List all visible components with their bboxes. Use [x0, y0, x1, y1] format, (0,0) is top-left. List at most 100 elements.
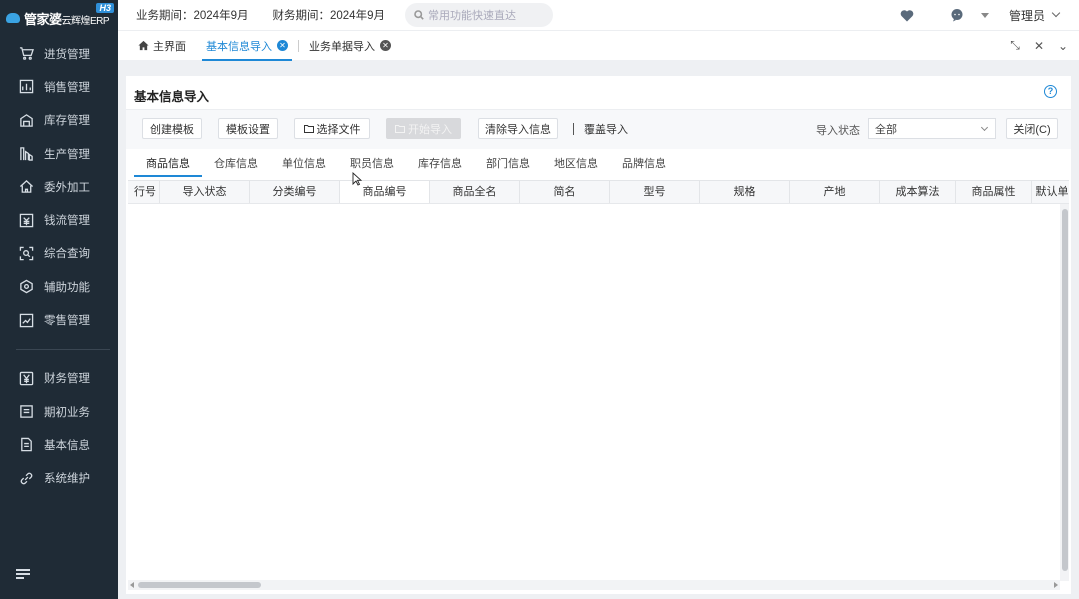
document-icon: [18, 404, 34, 420]
subtab-brand[interactable]: 品牌信息: [610, 151, 678, 177]
sidebar-item-system[interactable]: 系统维护: [0, 462, 118, 495]
window-controls: ⤡ ✕ ⌄: [1003, 31, 1075, 60]
version-badge: H3: [96, 3, 114, 13]
sidebar-item-sales[interactable]: 销售管理: [0, 70, 118, 103]
sidebar: 管家婆云辉煌ERP H3 进货管理 销售管理 库存管理 生产管理 委外加工 钱流…: [0, 0, 118, 599]
link-icon: [18, 470, 34, 486]
money-flow-icon: [18, 212, 34, 228]
favorite-heart-icon[interactable]: [899, 7, 915, 23]
sidebar-item-outsourcing[interactable]: 委外加工: [0, 170, 118, 203]
sidebar-item-finance[interactable]: 财务管理: [0, 362, 118, 395]
sidebar-item-auxiliary[interactable]: 辅助功能: [0, 270, 118, 303]
column-header[interactable]: 产地: [790, 181, 880, 203]
tab-home[interactable]: 主界面: [118, 31, 196, 60]
overwrite-import-checkbox[interactable]: 覆盖导入: [573, 121, 628, 137]
page-title: 基本信息导入: [134, 90, 210, 104]
folder-icon: [303, 125, 314, 133]
column-header[interactable]: 型号: [610, 181, 700, 203]
sidebar-item-money[interactable]: 钱流管理: [0, 203, 118, 236]
import-grid: 行号 导入状态 分类编号 商品编号 商品全名 简名 型号 规格 产地 成本算法 …: [128, 180, 1069, 592]
import-status-select[interactable]: 全部: [868, 118, 996, 139]
close-tab-icon[interactable]: ✕: [277, 40, 288, 51]
checkbox-box: [573, 123, 574, 135]
choose-file-button[interactable]: 选择文件: [294, 118, 370, 139]
sidebar-item-production[interactable]: 生产管理: [0, 137, 118, 170]
top-bar: 业务期间：2024年9月 财务期间：2024年9月 常用功能快速直达 管理员: [118, 0, 1079, 30]
close-icon[interactable]: ✕: [1027, 39, 1051, 53]
sales-chart-icon: [18, 79, 34, 95]
home-tab-icon: [138, 40, 149, 51]
retail-chart-icon: [18, 312, 34, 328]
fullscreen-icon[interactable]: ⤡: [1003, 38, 1027, 53]
sidebar-item-opening[interactable]: 期初业务: [0, 395, 118, 428]
create-template-button[interactable]: 创建模板: [142, 118, 202, 139]
yuan-icon: [18, 370, 34, 386]
column-header[interactable]: 导入状态: [160, 181, 250, 203]
start-import-button[interactable]: 开始导入: [386, 118, 461, 139]
clear-import-info-button[interactable]: 清除导入信息: [478, 118, 558, 139]
scrollbar-thumb[interactable]: [138, 582, 261, 588]
subtab-product[interactable]: 商品信息: [134, 151, 202, 177]
sidebar-item-basic-info[interactable]: 基本信息: [0, 428, 118, 461]
column-header[interactable]: 商品属性: [956, 181, 1032, 203]
info-doc-icon: [18, 437, 34, 453]
subtab-unit[interactable]: 单位信息: [270, 151, 338, 177]
search-icon: [414, 10, 424, 20]
sidebar-item-retail[interactable]: 零售管理: [0, 303, 118, 336]
warehouse-icon: [18, 112, 34, 128]
tab-bar: 主界面 基本信息导入 ✕ 业务单据导入 ✕ ⤡ ✕ ⌄: [118, 30, 1079, 61]
chevron-down-icon: [980, 123, 989, 132]
app-logo: 管家婆云辉煌ERP H3: [0, 0, 118, 36]
sidebar-nav: 进货管理 销售管理 库存管理 生产管理 委外加工 钱流管理 综合查询 辅助功能: [0, 37, 118, 337]
cart-icon: [18, 46, 34, 62]
template-setup-button[interactable]: 模板设置: [218, 118, 278, 139]
subtab-stock[interactable]: 库存信息: [406, 151, 474, 177]
subtab-region[interactable]: 地区信息: [542, 151, 610, 177]
column-header[interactable]: 成本算法: [880, 181, 956, 203]
sidebar-nav-secondary: 财务管理 期初业务 基本信息 系统维护: [0, 362, 118, 495]
top-right-tools: 管理员: [899, 0, 1079, 30]
chat-bubble-icon[interactable]: [949, 7, 965, 23]
user-name[interactable]: 管理员: [1009, 7, 1045, 24]
close-button[interactable]: 关闭(C): [1006, 118, 1058, 139]
column-header[interactable]: 默认单: [1032, 181, 1069, 203]
query-icon: [18, 245, 34, 261]
column-header[interactable]: 行号: [128, 181, 160, 203]
column-header[interactable]: 简名: [520, 181, 610, 203]
close-tab-icon[interactable]: ✕: [380, 40, 391, 51]
factory-icon: [18, 146, 34, 162]
subtab-staff[interactable]: 职员信息: [338, 151, 406, 177]
folder-icon: [395, 125, 405, 133]
mouse-cursor-icon: [352, 172, 362, 186]
business-period: 业务期间：2024年9月: [136, 10, 249, 22]
import-status-label: 导入状态: [816, 125, 860, 137]
home-icon: [18, 179, 34, 195]
subtab-warehouse[interactable]: 仓库信息: [202, 151, 270, 177]
chevron-down-icon[interactable]: ⌄: [1051, 39, 1075, 53]
sidebar-item-inventory[interactable]: 库存管理: [0, 104, 118, 137]
import-panel: 基本信息导入 ? 创建模板 模板设置 选择文件 开始导入 清除导入信息 覆盖导入…: [126, 76, 1071, 594]
scrollbar-thumb[interactable]: [1062, 209, 1068, 571]
scroll-right-icon[interactable]: [1054, 582, 1058, 588]
scroll-left-icon[interactable]: [130, 582, 134, 588]
tab-document-import[interactable]: 业务单据导入 ✕: [299, 31, 401, 60]
column-header[interactable]: 分类编号: [250, 181, 340, 203]
subtab-department[interactable]: 部门信息: [474, 151, 542, 177]
column-header[interactable]: 规格: [700, 181, 790, 203]
help-icon[interactable]: ?: [1044, 85, 1057, 98]
column-header[interactable]: 商品全名: [430, 181, 520, 203]
sidebar-item-query[interactable]: 综合查询: [0, 237, 118, 270]
sidebar-divider: [16, 348, 110, 350]
notification-dropdown-icon[interactable]: [980, 12, 989, 18]
quick-search-input[interactable]: 常用功能快速直达: [404, 3, 553, 27]
user-chevron-down-icon[interactable]: [1051, 8, 1061, 18]
finance-period: 财务期间：2024年9月: [272, 10, 385, 22]
cloud-logo-icon: [6, 13, 20, 23]
vertical-scrollbar[interactable]: [1060, 204, 1069, 581]
horizontal-scrollbar[interactable]: [128, 580, 1060, 590]
tab-basic-info-import[interactable]: 基本信息导入 ✕: [196, 31, 298, 61]
sidebar-item-purchase[interactable]: 进货管理: [0, 37, 118, 70]
hexagon-icon: [18, 279, 34, 295]
info-type-tabs: 商品信息 仓库信息 单位信息 职员信息 库存信息 部门信息 地区信息 品牌信息: [134, 151, 1071, 177]
menu-collapse-icon[interactable]: [16, 569, 30, 579]
